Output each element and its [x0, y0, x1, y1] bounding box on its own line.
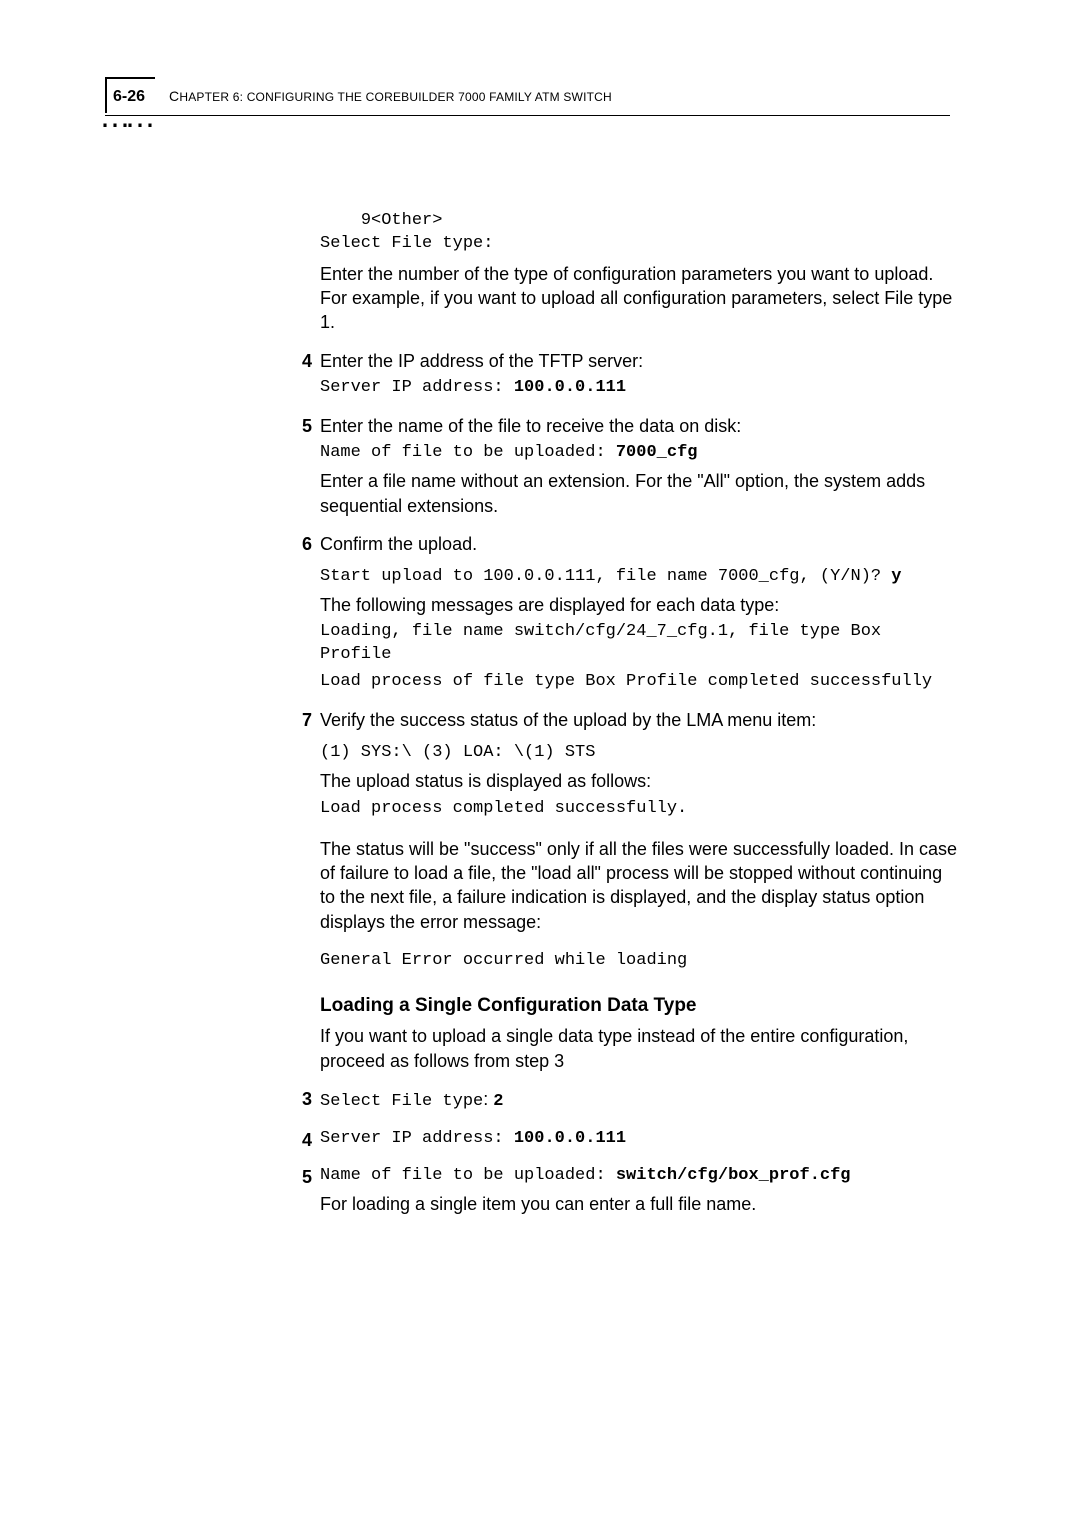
code-bold: 100.0.0.111	[514, 378, 626, 397]
code-bold: 2	[493, 1092, 503, 1111]
subheading: Loading a Single Configuration Data Type	[320, 993, 960, 1019]
intro-code-text: 9<Other> Select File type:	[320, 210, 960, 256]
step-5: 5 Enter the name of the file to receive …	[320, 414, 960, 518]
step-code-1: (1) SYS:\ (3) LOA: \(1) STS	[320, 742, 960, 765]
step-code-3: Load process of file type Box Profile co…	[320, 671, 960, 694]
step-code-2: Load process completed successfully.	[320, 798, 960, 821]
step-number: 3	[292, 1087, 312, 1111]
step-number: 4	[292, 1128, 312, 1152]
code-bold: switch/cfg/box_prof.cfg	[616, 1166, 851, 1185]
intro-code: 9<Other> Select File type:	[320, 210, 960, 256]
sub-paragraph: If you want to upload a single data type…	[320, 1024, 960, 1073]
step-number: 7	[292, 708, 312, 732]
code-prefix: Server IP address:	[320, 378, 514, 397]
step-after-text: For loading a single item you can enter …	[320, 1192, 960, 1216]
step-code-2: Loading, file name switch/cfg/24_7_cfg.1…	[320, 621, 960, 667]
step-number: 4	[292, 349, 312, 373]
code-mid: :	[483, 1089, 493, 1109]
step-7: 7 Verify the success status of the uploa…	[320, 708, 960, 973]
code-prefix: Name of file to be uploaded:	[320, 443, 616, 462]
step-code: Server IP address: 100.0.0.111	[320, 377, 960, 400]
step-line: Name of file to be uploaded: switch/cfg/…	[320, 1165, 960, 1188]
step-4: 4 Enter the IP address of the TFTP serve…	[320, 349, 960, 400]
step-number: 5	[292, 1165, 312, 1189]
step-mid-text: The upload status is displayed as follow…	[320, 769, 960, 793]
page-content: 9<Other> Select File type: Enter the num…	[320, 210, 960, 1220]
step-number: 6	[292, 532, 312, 556]
code-bold: 100.0.0.111	[514, 1129, 626, 1148]
step-text: Verify the success status of the upload …	[320, 708, 960, 732]
step-text: Confirm the upload.	[320, 532, 960, 556]
code-bold: y	[891, 567, 901, 586]
step-4b: 4 Server IP address: 100.0.0.111	[320, 1128, 960, 1151]
step-code-3: General Error occurred while loading	[320, 950, 960, 973]
chapter-title-tail: hapter 6: Configuring the CoreBuilder 70…	[179, 90, 612, 104]
page-number: 6-26	[113, 88, 145, 105]
code-prefix: Start upload to 100.0.0.111, file name 7…	[320, 567, 891, 586]
step-5b: 5 Name of file to be uploaded: switch/cf…	[320, 1165, 960, 1216]
step-line: Select File type: 2	[320, 1087, 960, 1114]
step-6: 6 Confirm the upload. Start upload to 10…	[320, 532, 960, 694]
step-number: 5	[292, 414, 312, 438]
code-prefix: Name of file to be uploaded:	[320, 1166, 616, 1185]
intro-paragraph: Enter the number of the type of configur…	[320, 262, 960, 335]
chapter-title-cap: C	[169, 88, 179, 104]
step-text: Enter the IP address of the TFTP server:	[320, 349, 960, 373]
step-code-1: Start upload to 100.0.0.111, file name 7…	[320, 566, 960, 589]
page-header: 6-26 Chapter 6: Configuring the CoreBuil…	[105, 88, 950, 116]
step-after-text: Enter a file name without an extension. …	[320, 469, 960, 518]
step-3b: 3 Select File type: 2	[320, 1087, 960, 1114]
code-prefix: Select File type	[320, 1092, 483, 1111]
step-code: Name of file to be uploaded: 7000_cfg	[320, 442, 960, 465]
step-text: Enter the name of the file to receive th…	[320, 414, 960, 438]
step-mid-text: The following messages are displayed for…	[320, 593, 960, 617]
code-prefix: Server IP address:	[320, 1129, 514, 1148]
chapter-title: Chapter 6: Configuring the CoreBuilder 7…	[169, 88, 612, 104]
decorative-dots-icon: ⋯⋯	[100, 108, 150, 143]
step-line: Server IP address: 100.0.0.111	[320, 1128, 960, 1151]
step-after-text: The status will be "success" only if all…	[320, 837, 960, 934]
code-bold: 7000_cfg	[616, 443, 698, 462]
